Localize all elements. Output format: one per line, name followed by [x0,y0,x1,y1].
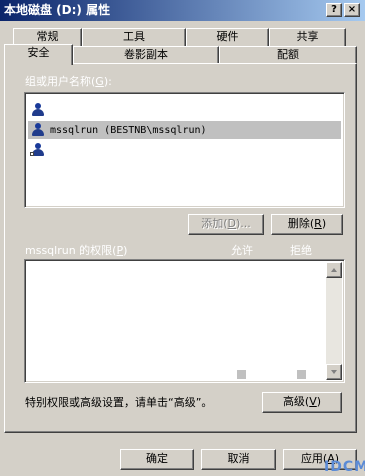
list-item-selected[interactable]: mssqlrun (BESTNB\mssqlrun) [28,121,341,139]
add-button[interactable]: 添加(D)... [188,214,264,235]
user-list[interactable]: mssqlrun (BESTNB\mssqlrun) [24,92,345,208]
tab-hardware[interactable]: 硬件 [186,28,269,46]
deny-checkbox[interactable] [297,370,306,379]
watermark-logo: IDCM [324,459,365,475]
scroll-down-button[interactable] [326,364,342,380]
help-icon: ? [331,4,337,15]
chevron-up-icon [331,268,337,272]
list-item[interactable] [28,101,341,119]
scroll-up-button[interactable] [326,262,342,278]
ok-button[interactable]: 确定 [120,449,194,470]
permissions-scrollbar[interactable] [326,262,342,380]
user-icon [30,143,46,157]
advanced-note: 特别权限或高级设置，请单击“高级”。 [25,396,213,409]
deny-column-header: 拒绝 [290,244,312,257]
tab-shadow-copies[interactable]: 卷影副本 [73,46,219,64]
tab-tools[interactable]: 工具 [82,28,186,46]
tab-sharing[interactable]: 共享 [269,28,346,46]
help-button[interactable]: ? [326,3,342,17]
permissions-list[interactable] [24,259,345,383]
tab-security[interactable]: 安全 [4,44,73,65]
close-button[interactable]: × [344,3,360,17]
user-icon [30,123,46,137]
permissions-label: mssqlrun 的权限(P) [25,244,128,257]
window-title: 本地磁盘 (D:) 属性 [4,3,111,17]
allow-checkbox[interactable] [237,370,246,379]
cancel-button[interactable]: 取消 [201,449,276,470]
allow-column-header: 允许 [231,244,253,257]
chevron-down-icon [331,370,337,374]
group-user-label: 组或用户名称(G): [25,75,112,88]
close-icon: × [347,4,357,15]
tab-quota[interactable]: 配额 [219,46,357,64]
advanced-button[interactable]: 高级(V) [262,392,342,413]
user-icon [30,103,46,117]
list-item[interactable] [28,141,341,159]
remove-button[interactable]: 删除(R) [271,214,343,235]
security-tab-panel: 组或用户名称(G): mssqlrun (BESTNB\mssqlrun) 添加… [4,63,357,433]
title-bar[interactable]: 本地磁盘 (D:) 属性 ? × [0,0,365,21]
